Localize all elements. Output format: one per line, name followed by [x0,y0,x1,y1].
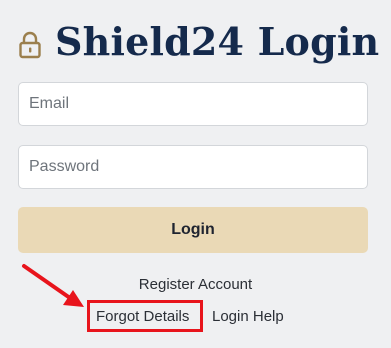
login-header: Shield24 Login [15,14,385,72]
arrow-icon [22,264,84,307]
login-button[interactable]: Login [18,207,368,253]
page-title: Shield24 Login [55,19,380,64]
forgot-details-link[interactable]: Forgot Details [96,307,189,327]
email-field[interactable] [18,82,368,126]
password-field[interactable] [18,145,368,189]
login-help-link[interactable]: Login Help [212,307,284,327]
lock-icon [19,31,41,59]
